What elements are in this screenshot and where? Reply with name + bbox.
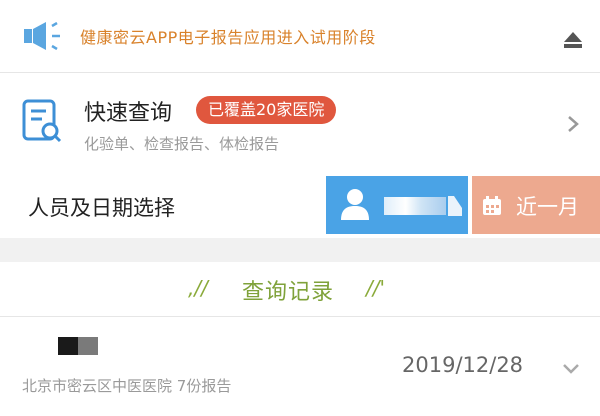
quick-query-subtitle: 化验单、检查报告、体检报告: [84, 135, 280, 153]
notice-bar: 健康密云APP电子报告应用进入试用阶段: [0, 0, 600, 72]
speaker-icon: [24, 22, 60, 50]
person-date-selector: 人员及日期选择 近一月: [0, 172, 600, 236]
notice-text: 健康密云APP电子报告应用进入试用阶段: [80, 28, 376, 47]
chevron-down-icon[interactable]: [562, 363, 580, 375]
quick-query-entry[interactable]: 快速查询 已覆盖20家医院 化验单、检查报告、体检报告: [0, 73, 600, 169]
quick-query-title: 快速查询: [84, 101, 173, 126]
deco-left: ,//: [188, 276, 208, 300]
dismiss-icon[interactable]: [560, 26, 586, 50]
date-range-label: 近一月: [516, 195, 579, 219]
date-range-button[interactable]: 近一月: [472, 176, 600, 234]
redacted-person-name: [384, 197, 446, 215]
deco-right: //': [366, 276, 385, 300]
person-select-button[interactable]: [326, 176, 468, 234]
person-icon: [341, 189, 369, 220]
records-section-title: 查询记录: [242, 280, 335, 305]
record-date: 2019/12/28: [402, 353, 524, 377]
record-list-item[interactable]: 北京市密云区中医医院 7份报告 2019/12/28: [0, 317, 600, 416]
report-search-icon: [22, 99, 62, 143]
selector-label: 人员及日期选择: [28, 196, 175, 220]
chevron-right-icon: [568, 116, 579, 132]
records-section-header: ,// 查询记录 //': [0, 262, 600, 314]
record-hospital: 北京市密云区中医医院 7份报告: [22, 377, 232, 395]
section-spacer: [0, 238, 600, 262]
coverage-badge: 已覆盖20家医院: [196, 96, 337, 124]
calendar-icon: [483, 196, 501, 215]
redacted-patient-name: [58, 337, 98, 355]
dropdown-corner-icon: [448, 196, 462, 216]
